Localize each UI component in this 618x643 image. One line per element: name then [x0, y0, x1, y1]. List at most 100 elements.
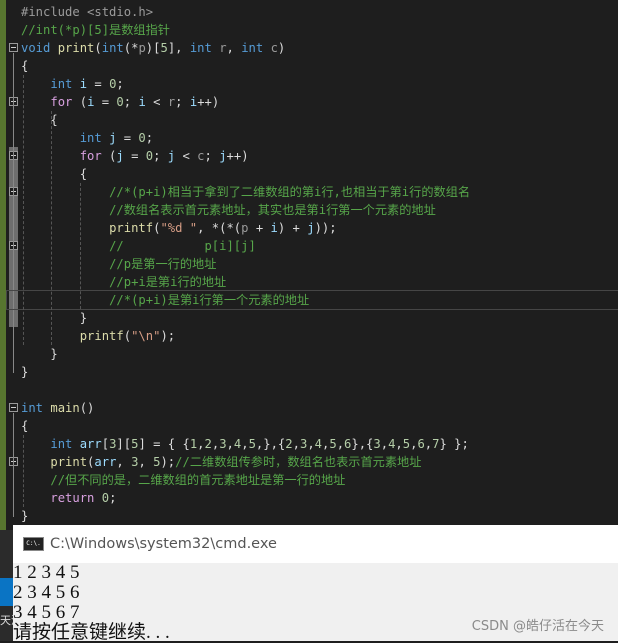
- code-token: //二维数组传参时，数组名也表示首元素地址: [175, 455, 422, 469]
- code-line[interactable]: //int(*p)[5]是数组指针: [21, 21, 618, 39]
- code-line[interactable]: // p[i][j]: [21, 237, 618, 255]
- code-token: }: [21, 509, 29, 523]
- code-line[interactable]: int i = 0;: [21, 75, 618, 93]
- code-token: // p[i][j]: [109, 239, 256, 253]
- code-line[interactable]: for (i = 0; i < r; i++): [21, 93, 618, 111]
- indent-guide: [23, 435, 24, 507]
- code-token: //但不同的是，二维数组的首元素地址是第一行的地址: [50, 473, 346, 487]
- code-token: r: [219, 41, 227, 55]
- code-token: ,: [197, 437, 205, 451]
- cmd-icon: C:\.: [23, 537, 44, 551]
- code-token: int: [101, 41, 124, 55]
- code-line[interactable]: for (j = 0; j < c; j++): [21, 147, 618, 165]
- fold-region-line: [13, 53, 14, 373]
- code-line[interactable]: int main(): [21, 399, 618, 417]
- code-token: 0: [116, 95, 124, 109]
- code-token: print: [57, 41, 95, 55]
- code-token: , *(*(: [197, 221, 242, 235]
- code-token: 5: [248, 437, 256, 451]
- code-token: =: [123, 149, 146, 163]
- code-token: arr: [94, 455, 117, 469]
- code-token: j: [219, 149, 227, 163]
- code-token: 0: [101, 491, 110, 505]
- code-editor[interactable]: #include <stdio.h> //int(*p)[5]是数组指针 void …: [0, 0, 618, 530]
- code-line[interactable]: {: [21, 111, 618, 129]
- code-token: [: [101, 437, 110, 451]
- code-token: ) +: [277, 221, 308, 235]
- code-line[interactable]: int j = 0;: [21, 129, 618, 147]
- code-token: i: [138, 95, 146, 109]
- console-title: C:\Windows\system32\cmd.exe: [50, 536, 277, 552]
- code-line[interactable]: //p+i是第i行的地址: [21, 273, 618, 291]
- taskbar-active-item[interactable]: [0, 578, 13, 606]
- code-line[interactable]: }: [21, 507, 618, 525]
- code-token: ;: [123, 95, 139, 109]
- code-token: ): [277, 41, 286, 55]
- code-line[interactable]: {: [21, 165, 618, 183]
- code-token: ],: [167, 41, 190, 55]
- code-line[interactable]: void print(int(*p)[5], int r, int c): [21, 39, 618, 57]
- indent-guide: [51, 111, 52, 345]
- code-token: (: [101, 149, 117, 163]
- code-line[interactable]: printf("%d ", *(*(p + i) + j));: [21, 219, 618, 237]
- code-token: =: [94, 95, 117, 109]
- code-token: ] = { {: [138, 437, 190, 451]
- code-token: }: [21, 365, 29, 379]
- code-line[interactable]: }: [21, 345, 618, 363]
- code-lines[interactable]: #include <stdio.h> //int(*p)[5]是数组指针 void …: [6, 3, 618, 525]
- code-token: ;: [153, 149, 168, 163]
- code-token: ,: [226, 41, 242, 55]
- collapse-icon[interactable]: [9, 43, 18, 52]
- code-line[interactable]: #include <stdio.h>: [21, 3, 618, 21]
- code-token: int: [50, 77, 73, 91]
- code-line[interactable]: }: [21, 309, 618, 327]
- code-line[interactable]: //*(p+i)是第i行第一个元素的地址: [6, 290, 618, 310]
- code-token: //数组名表示首元素地址，其实也是第i行第一个元素的地址: [109, 203, 436, 217]
- code-token: 0: [145, 149, 154, 163]
- code-line[interactable]: //*(p+i)相当于拿到了二维数组的第i行,也相当于第i行的数组名: [21, 183, 618, 201]
- indent-guide: [23, 75, 24, 345]
- code-line[interactable]: }: [21, 363, 618, 381]
- code-token: ,: [307, 437, 315, 451]
- code-token: {: [21, 59, 29, 73]
- code-token: ,},{: [255, 437, 286, 451]
- collapse-icon[interactable]: [9, 403, 18, 412]
- code-line[interactable]: int arr[3][5] = { {1,2,3,4,5,},{2,3,4,5,…: [21, 435, 618, 453]
- console-title-bar[interactable]: C:\. C:\Windows\system32\cmd.exe: [13, 525, 618, 563]
- console-line: 1 2 3 4 5: [13, 562, 80, 583]
- code-token: //int(*p)[5]是数组指针: [21, 23, 170, 37]
- code-token: ,: [116, 455, 132, 469]
- code-token: {: [21, 113, 58, 127]
- code-line[interactable]: [21, 381, 618, 399]
- code-token: {: [21, 419, 29, 433]
- code-token: printf: [79, 329, 124, 343]
- code-token: ,: [380, 437, 389, 451]
- code-token: ,: [226, 437, 234, 451]
- code-token: {: [21, 167, 88, 181]
- code-token: int: [189, 41, 212, 55]
- code-token: ,: [395, 437, 403, 451]
- code-token: 2: [285, 437, 293, 451]
- code-line[interactable]: printf("\n");: [21, 327, 618, 345]
- code-line[interactable]: print(arr, 3, 5);//二维数组传参时，数组名也表示首元素地址: [21, 453, 618, 471]
- code-token: j: [116, 149, 124, 163]
- code-line[interactable]: {: [21, 417, 618, 435]
- code-line[interactable]: {: [21, 57, 618, 75]
- code-line[interactable]: //数组名表示首元素地址，其实也是第i行第一个元素的地址: [21, 201, 618, 219]
- code-token: ;: [145, 131, 154, 145]
- code-line[interactable]: //但不同的是，二维数组的首元素地址是第一行的地址: [21, 471, 618, 489]
- code-line[interactable]: //p是第一行的地址: [21, 255, 618, 273]
- code-token: ][: [116, 437, 132, 451]
- code-token: p: [241, 221, 249, 235]
- code-token: );: [160, 329, 176, 343]
- code-token: <: [175, 149, 198, 163]
- code-token: main: [50, 401, 80, 415]
- code-line[interactable]: return 0;: [21, 489, 618, 507]
